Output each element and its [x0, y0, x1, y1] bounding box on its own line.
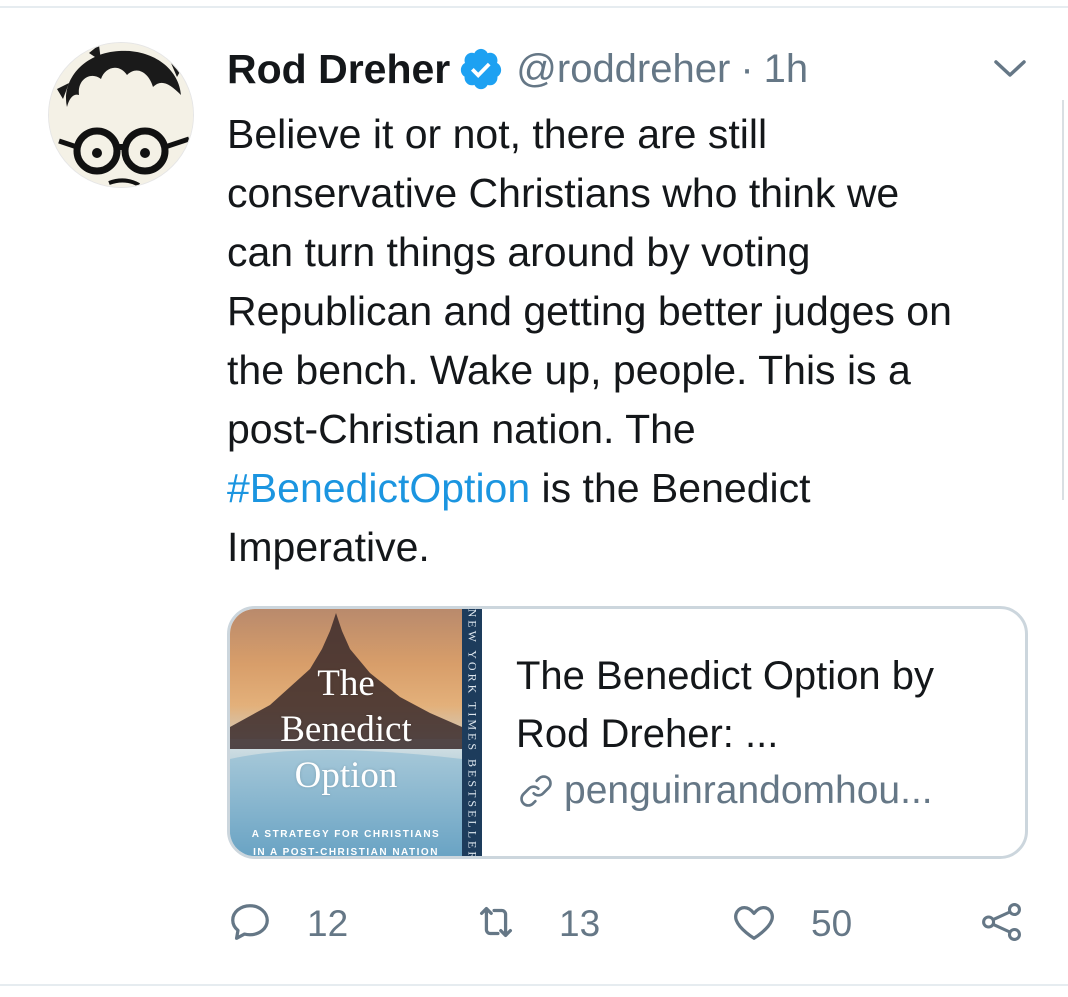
caret-down-icon[interactable]	[990, 54, 1030, 82]
cover-spine: NEW YORK TIMES BESTSELLER	[462, 609, 482, 859]
cover-spine-text: NEW YORK TIMES BESTSELLER	[465, 609, 480, 859]
tweet-line: Republican and getting better judges on	[227, 288, 952, 334]
card-title-line: The Benedict Option by	[516, 654, 935, 698]
bottom-divider	[0, 984, 1068, 986]
tweet-line: the bench. Wake up, people. This is a	[227, 347, 911, 393]
retweet-icon	[473, 899, 519, 950]
share-button[interactable]	[979, 896, 1025, 952]
card-title-line: Rod Dreher: ...	[516, 712, 779, 756]
author-handle[interactable]: @roddreher	[516, 47, 730, 92]
card-link-text: penguinrandomhou...	[564, 769, 933, 812]
author-name[interactable]: Rod Dreher	[227, 46, 450, 93]
tweet-line-tail: is the Benedict	[530, 465, 811, 511]
cover-subtitle-line: A STRATEGY FOR CHRISTIANS	[251, 829, 441, 840]
like-icon	[731, 899, 777, 950]
tweet-text: Believe it or not, there are still conse…	[227, 105, 1047, 577]
tweet-line: Imperative.	[227, 524, 430, 570]
cover-title-line: Benedict	[280, 709, 412, 750]
scrollbar[interactable]	[1062, 100, 1064, 500]
like-button[interactable]: 50	[731, 896, 852, 952]
action-bar: 12 13 50	[227, 896, 1037, 952]
tweet-line: #BenedictOption is the Benedict	[227, 459, 1047, 518]
reply-button[interactable]: 12	[227, 896, 348, 952]
tweet-line: Believe it or not, there are still	[227, 111, 768, 157]
cover-title-line: The	[317, 663, 375, 704]
separator-dot: ·	[740, 46, 754, 91]
share-icon	[979, 899, 1025, 950]
link-icon	[516, 771, 556, 811]
tweet-header: Rod Dreher @roddreher · 1h	[227, 44, 808, 94]
avatar[interactable]	[48, 42, 194, 188]
tweet-line: can turn things around by voting	[227, 229, 811, 275]
cover-title-line: Option	[294, 755, 398, 796]
tweet-line: post-Christian nation. The	[227, 406, 696, 452]
retweet-button[interactable]: 13	[473, 896, 600, 952]
retweet-count: 13	[559, 903, 601, 944]
tweet-line: conservative Christians who think we	[227, 170, 900, 216]
like-count: 50	[811, 903, 853, 944]
hashtag-link[interactable]: #BenedictOption	[227, 465, 530, 511]
reply-count: 12	[307, 903, 349, 944]
top-divider	[0, 6, 1068, 8]
timestamp[interactable]: 1h	[764, 47, 809, 92]
book-cover-image: The Benedict Option A STRATEGY FOR CHRIS…	[230, 609, 482, 859]
card-body[interactable]: The Benedict Option by Rod Dreher: ... p…	[516, 647, 1016, 813]
card-link[interactable]: penguinrandomhou...	[516, 769, 1016, 813]
reply-icon	[227, 899, 273, 950]
link-card[interactable]: The Benedict Option A STRATEGY FOR CHRIS…	[227, 606, 1028, 859]
cover-subtitle-line: IN A POST-CHRISTIAN NATION	[253, 847, 439, 858]
verified-icon	[458, 46, 504, 92]
